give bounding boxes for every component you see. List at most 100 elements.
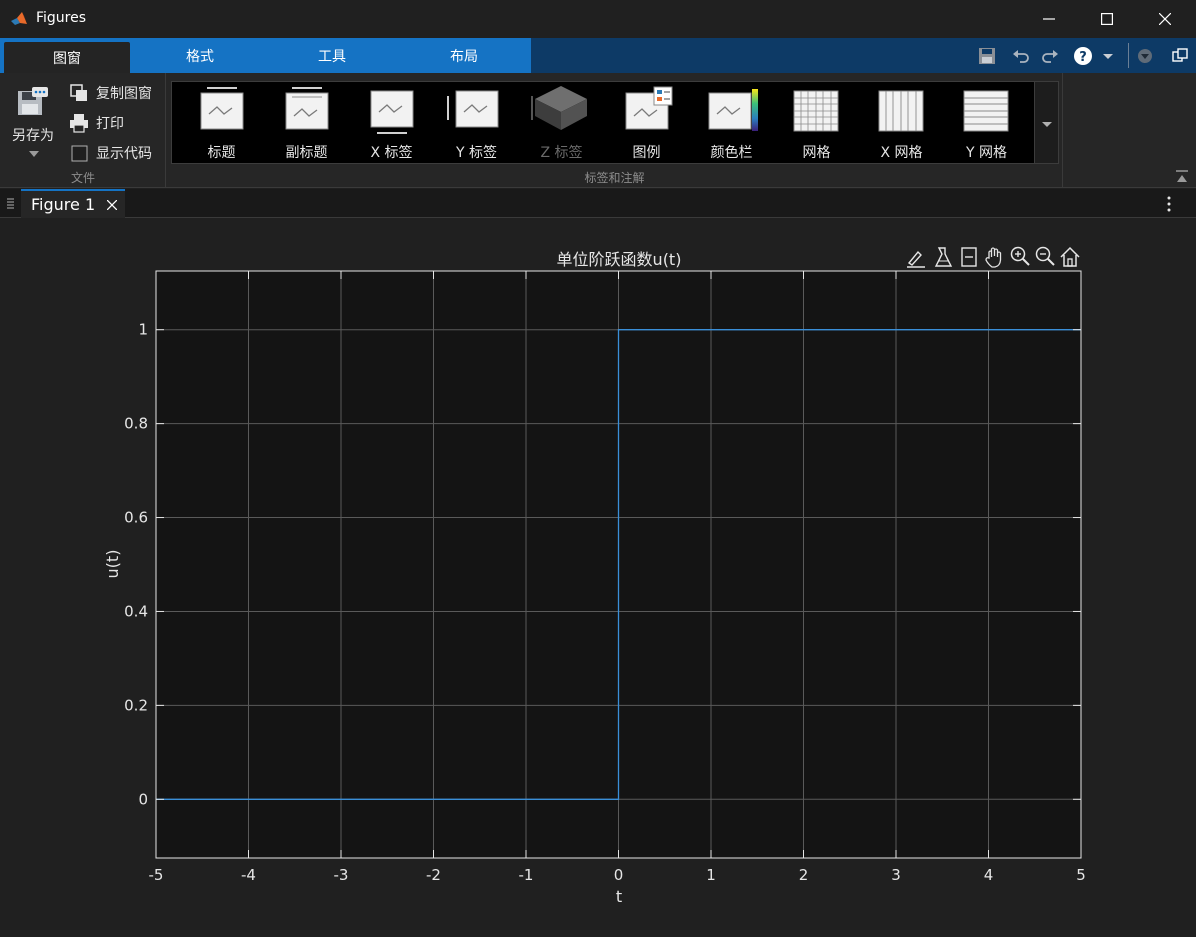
minimize-ribbon-button[interactable] (1137, 38, 1153, 73)
ylabel-icon (447, 90, 499, 128)
tab-label: 布局 (450, 48, 478, 65)
x-tick-label: -4 (241, 866, 256, 884)
gallery-label: 副标题 (285, 145, 328, 161)
gallery-item-colorbar[interactable]: 颜色栏 (689, 82, 774, 165)
gallery-label: X 标签 (370, 145, 413, 161)
x-tick-label: -3 (334, 866, 349, 884)
help-icon: ? (1074, 46, 1092, 65)
print-button[interactable]: 打印 (68, 112, 124, 134)
tab-label: 图窗 (53, 50, 81, 67)
help-button[interactable]: ? (1073, 38, 1093, 73)
y-tick-label: 0.6 (124, 509, 148, 527)
brush-icon[interactable] (907, 250, 925, 268)
gallery-item-legend[interactable]: 图例 (604, 82, 689, 165)
figure-canvas: -5 -4 -3 -2 -1 0 1 2 3 4 5 0 0.2 0.4 0.6 0.8 1 单位阶跃函数u(t… (0, 218, 1196, 937)
maximize-button[interactable] (1078, 0, 1136, 38)
x-tick-label: -5 (149, 866, 164, 884)
gallery-item-title[interactable]: 标题 (179, 82, 264, 165)
subtitle-icon (285, 87, 329, 130)
tab-figure[interactable]: 图窗 (4, 42, 130, 73)
gallery-item-xlabel[interactable]: X 标签 (349, 82, 434, 165)
more-options-icon[interactable] (1166, 196, 1172, 212)
gallery-label: 标题 (207, 145, 236, 161)
y-axis-label: u(t) (103, 550, 122, 579)
save-as-button[interactable]: 另存为 (6, 81, 60, 161)
tab-layout[interactable]: 布局 (398, 38, 530, 73)
x-tick-label: 5 (1076, 866, 1086, 884)
title-bar: Figures (0, 0, 1196, 38)
gallery-item-xgrid[interactable]: X 网格 (859, 82, 944, 165)
title-icon (200, 87, 244, 130)
y-tick-label: 0.2 (124, 696, 148, 714)
xlabel-icon (370, 90, 414, 134)
axes-toolbar (907, 246, 1080, 268)
x-axis-label: t (616, 887, 622, 906)
dropdown-icon (1138, 48, 1152, 63)
gallery-label: Y 标签 (455, 145, 497, 161)
collapse-ribbon-icon[interactable] (1175, 170, 1189, 184)
grid-icon (793, 90, 839, 132)
drag-handle-icon[interactable] (6, 197, 16, 211)
chevron-down-icon (1103, 53, 1113, 59)
gallery-item-ylabel[interactable]: Y 标签 (434, 82, 519, 165)
gallery-item-ygrid[interactable]: Y 网格 (944, 82, 1029, 165)
home-icon[interactable] (1060, 246, 1080, 267)
help-dropdown[interactable] (1101, 38, 1115, 73)
ribbon-tab-bar: 图窗 格式 工具 布局 ? (0, 38, 1196, 73)
printer-icon (68, 113, 90, 133)
annotation-gallery: 标题 副标题 X 标签 Y 标签 Z 标签 图例 颜色栏 网格 X 网格 Y 网… (171, 81, 1035, 164)
x-tick-label: -1 (519, 866, 534, 884)
save-icon (979, 47, 995, 64)
undo-icon (1013, 49, 1029, 63)
x-tick-label: 4 (984, 866, 994, 884)
zlabel-icon (531, 86, 587, 130)
ribbon-tab-strip: 图窗 格式 工具 布局 (0, 38, 531, 73)
redo-button[interactable] (1040, 38, 1060, 73)
axes-plot[interactable]: -5 -4 -3 -2 -1 0 1 2 3 4 5 0 0.2 0.4 0.6 0.8 1 单位阶跃函数u(t… (0, 218, 1196, 937)
datatip-icon[interactable] (934, 247, 953, 267)
undo-button[interactable] (1011, 38, 1031, 73)
maximize-icon (1101, 13, 1113, 25)
minimize-icon (1043, 18, 1055, 20)
tab-label: 工具 (318, 48, 346, 65)
y-tick-label: 0 (138, 790, 148, 808)
tab-format[interactable]: 格式 (134, 38, 266, 73)
x-tick-label: 2 (799, 866, 809, 884)
save-as-label: 另存为 (12, 128, 54, 144)
copy-figure-label: 复制图窗 (96, 86, 152, 102)
gallery-expand-button[interactable] (1035, 81, 1059, 164)
toolbar-divider (1128, 43, 1129, 68)
file-group: 另存为 复制图窗 打印 显示代码 文件 (0, 73, 166, 188)
x-tick-label: 3 (891, 866, 901, 884)
figure-tab-label: Figure 1 (31, 195, 96, 214)
undock-button[interactable] (1172, 38, 1188, 73)
copy-figure-button[interactable]: 复制图窗 (68, 82, 152, 104)
gallery-label: 图例 (632, 145, 661, 161)
show-code-checkbox[interactable]: 显示代码 (68, 142, 152, 164)
ygrid-icon (963, 90, 1009, 132)
undock-icon (1172, 47, 1188, 62)
gallery-label: X 网格 (880, 145, 923, 161)
zoom-out-icon[interactable] (1035, 246, 1055, 266)
gallery-item-subtitle[interactable]: 副标题 (264, 82, 349, 165)
figure-tab[interactable]: Figure 1 (21, 189, 125, 218)
linked-icon[interactable] (961, 247, 977, 267)
save-button[interactable] (977, 38, 997, 73)
x-tick-label: -2 (426, 866, 441, 884)
y-tick-label: 0.4 (124, 602, 148, 620)
minimize-button[interactable] (1020, 0, 1078, 38)
close-icon[interactable] (107, 200, 117, 210)
tab-tools[interactable]: 工具 (266, 38, 398, 73)
x-tick-label: 0 (614, 866, 624, 884)
close-button[interactable] (1136, 0, 1194, 38)
legend-icon (625, 86, 673, 130)
gallery-item-zlabel[interactable]: Z 标签 (519, 82, 604, 165)
zoom-in-icon[interactable] (1010, 246, 1030, 266)
pan-icon[interactable] (985, 247, 1002, 268)
file-group-label: 文件 (70, 171, 95, 185)
checkbox-icon (68, 143, 90, 163)
gallery-item-grid[interactable]: 网格 (774, 82, 859, 165)
chevron-down-icon (29, 151, 39, 157)
print-label: 打印 (96, 116, 124, 132)
colorbar-icon (708, 89, 758, 131)
